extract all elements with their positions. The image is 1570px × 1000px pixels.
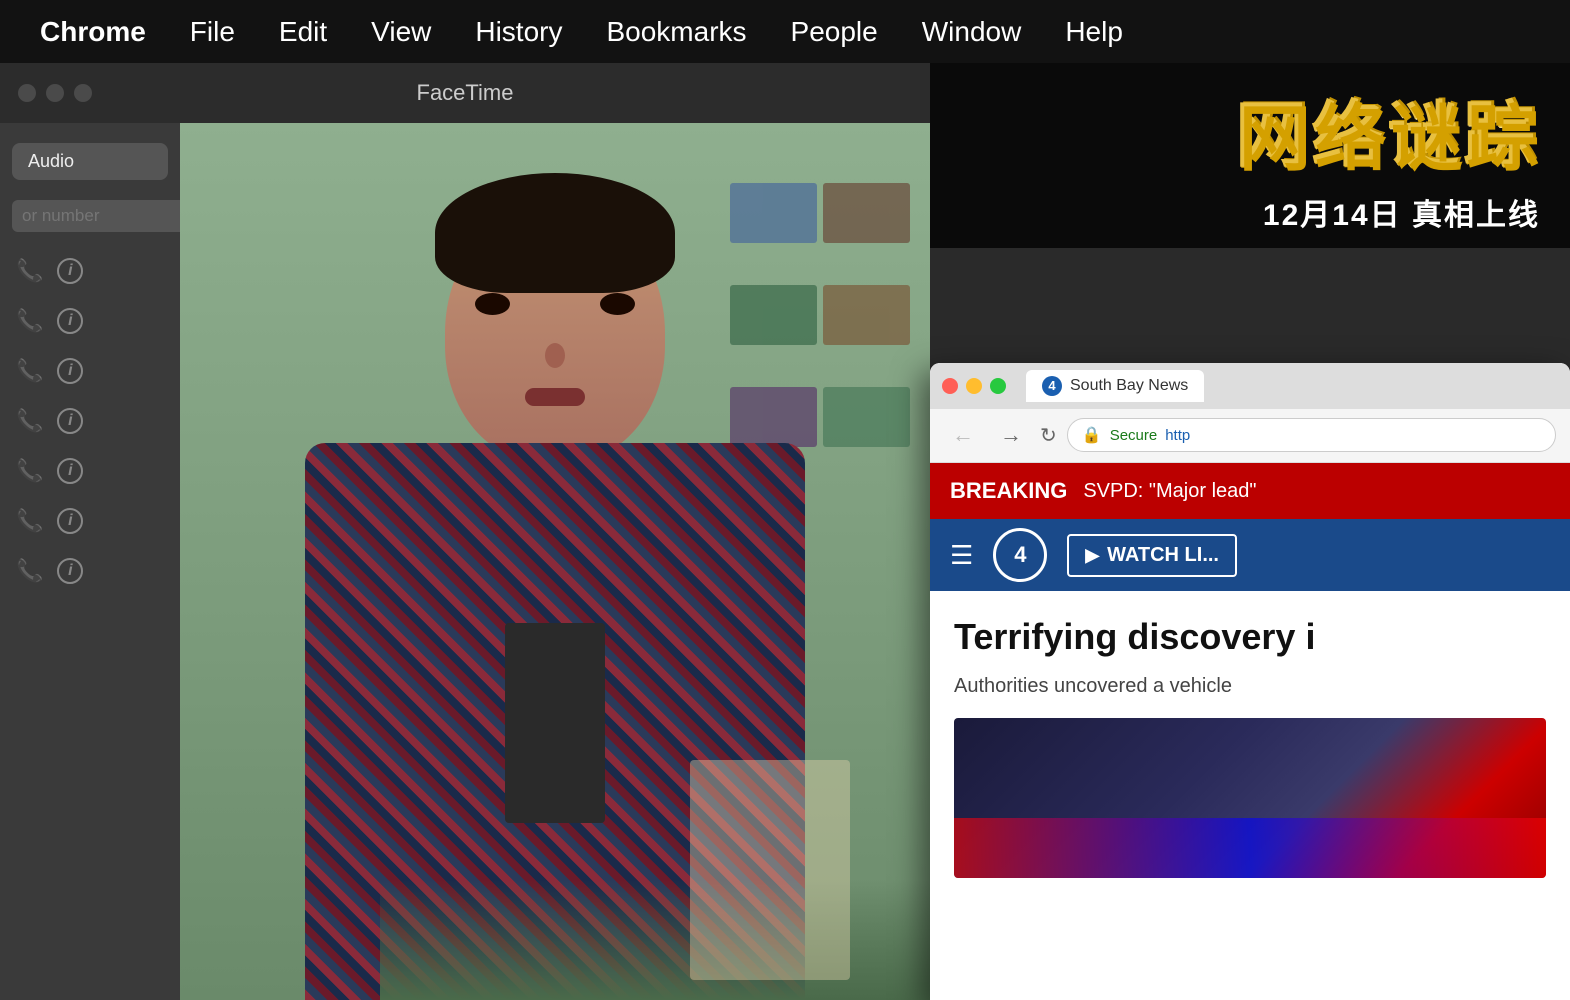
browser-window: 4 South Bay News ← → ↻ 🔒 Secure http BRE… xyxy=(930,363,1570,1000)
hamburger-icon[interactable]: ☰ xyxy=(950,540,973,571)
info-icon[interactable]: i xyxy=(57,308,83,334)
breaking-label: BREAKING xyxy=(950,478,1067,504)
movie-title-chinese: 网络谜踪 xyxy=(1236,77,1540,182)
contact-row: 📞 i xyxy=(0,248,180,294)
number-row: + xyxy=(12,200,168,232)
facetime-sidebar: Audio + 📞 i 📞 i 📞 i xyxy=(0,123,180,1000)
traffic-lights xyxy=(18,84,92,102)
channel-logo-small: 4 xyxy=(1042,376,1062,396)
menu-chrome[interactable]: Chrome xyxy=(18,0,168,63)
back-button[interactable]: ← xyxy=(944,418,982,452)
news-headline: Terrifying discovery i xyxy=(954,615,1546,658)
close-button[interactable] xyxy=(18,84,36,102)
maximize-button[interactable] xyxy=(74,84,92,102)
menu-window[interactable]: Window xyxy=(900,0,1044,63)
browser-tab-bar: 4 South Bay News xyxy=(930,363,1570,409)
breaking-bar: BREAKING SVPD: "Major lead" xyxy=(930,463,1570,519)
pillow xyxy=(690,760,850,980)
news-subtext: Authorities uncovered a vehicle xyxy=(954,672,1546,700)
browser-maximize-button[interactable] xyxy=(990,378,1006,394)
facetime-titlebar: FaceTime xyxy=(0,63,930,123)
tab-label: South Bay News xyxy=(1070,377,1188,395)
breaking-text: SVPD: "Major lead" xyxy=(1083,480,1256,503)
watch-live-label: WATCH LI... xyxy=(1107,544,1219,567)
phone-icon: 📞 xyxy=(16,258,43,284)
forward-button[interactable]: → xyxy=(992,418,1030,452)
address-bar[interactable]: 🔒 Secure http xyxy=(1067,418,1556,452)
content-area: FaceTime Audio + 📞 i 📞 i xyxy=(0,63,1570,1000)
info-icon[interactable]: i xyxy=(57,558,83,584)
browser-content: BREAKING SVPD: "Major lead" ☰ 4 ▶ WATCH … xyxy=(930,463,1570,1000)
facetime-body: Audio + 📞 i 📞 i 📞 i xyxy=(0,123,930,1000)
contact-row: 📞 i xyxy=(0,548,180,594)
hair xyxy=(435,173,675,293)
menu-bookmarks[interactable]: Bookmarks xyxy=(584,0,768,63)
contact-row: 📞 i xyxy=(0,498,180,544)
contact-row: 📞 i xyxy=(0,448,180,494)
play-icon: ▶ xyxy=(1085,545,1099,566)
contact-row: 📞 i xyxy=(0,298,180,344)
watch-live-button[interactable]: ▶ WATCH LI... xyxy=(1067,534,1237,577)
menu-help[interactable]: Help xyxy=(1043,0,1145,63)
news-image xyxy=(954,718,1546,878)
info-icon[interactable]: i xyxy=(57,408,83,434)
menu-history[interactable]: History xyxy=(453,0,584,63)
browser-tab[interactable]: 4 South Bay News xyxy=(1026,370,1204,402)
browser-minimize-button[interactable] xyxy=(966,378,982,394)
movie-date: 12月14日 真相上线 xyxy=(1263,190,1540,234)
phone-icon: 📞 xyxy=(16,558,43,584)
contact-row: 📞 i xyxy=(0,348,180,394)
info-icon[interactable]: i xyxy=(57,258,83,284)
lock-icon: 🔒 xyxy=(1082,425,1102,445)
menu-people[interactable]: People xyxy=(769,0,900,63)
news-navbar: ☰ 4 ▶ WATCH LI... xyxy=(930,519,1570,591)
police-lights-effect xyxy=(954,818,1546,878)
phone-icon: 📞 xyxy=(16,308,43,334)
phone-icon: 📞 xyxy=(16,358,43,384)
phone-icon: 📞 xyxy=(16,508,43,534)
menu-edit[interactable]: Edit xyxy=(257,0,349,63)
browser-close-button[interactable] xyxy=(942,378,958,394)
secure-label: Secure xyxy=(1110,427,1158,444)
contact-row: 📞 i xyxy=(0,398,180,444)
url-text: http xyxy=(1165,427,1190,444)
reload-button[interactable]: ↻ xyxy=(1040,423,1057,448)
facetime-video xyxy=(180,123,930,1000)
minimize-button[interactable] xyxy=(46,84,64,102)
info-icon[interactable]: i xyxy=(57,358,83,384)
info-icon[interactable]: i xyxy=(57,458,83,484)
facetime-title: FaceTime xyxy=(417,80,514,106)
news-body: Terrifying discovery i Authorities uncov… xyxy=(930,591,1570,878)
face-shape xyxy=(445,203,665,463)
audio-button[interactable]: Audio xyxy=(12,143,168,180)
phone-icon: 📞 xyxy=(16,458,43,484)
menu-view[interactable]: View xyxy=(349,0,453,63)
menu-bar: Chrome File Edit View History Bookmarks … xyxy=(0,0,1570,63)
info-icon[interactable]: i xyxy=(57,508,83,534)
facetime-panel: FaceTime Audio + 📞 i 📞 i xyxy=(0,63,930,1000)
browser-toolbar: ← → ↻ 🔒 Secure http xyxy=(930,409,1570,462)
channel-logo: 4 xyxy=(993,528,1047,582)
movie-overlay: 网络谜踪 12月14日 真相上线 xyxy=(930,63,1570,248)
browser-chrome: 4 South Bay News ← → ↻ 🔒 Secure http xyxy=(930,363,1570,463)
menu-file[interactable]: File xyxy=(168,0,257,63)
phone-icon: 📞 xyxy=(16,408,43,434)
